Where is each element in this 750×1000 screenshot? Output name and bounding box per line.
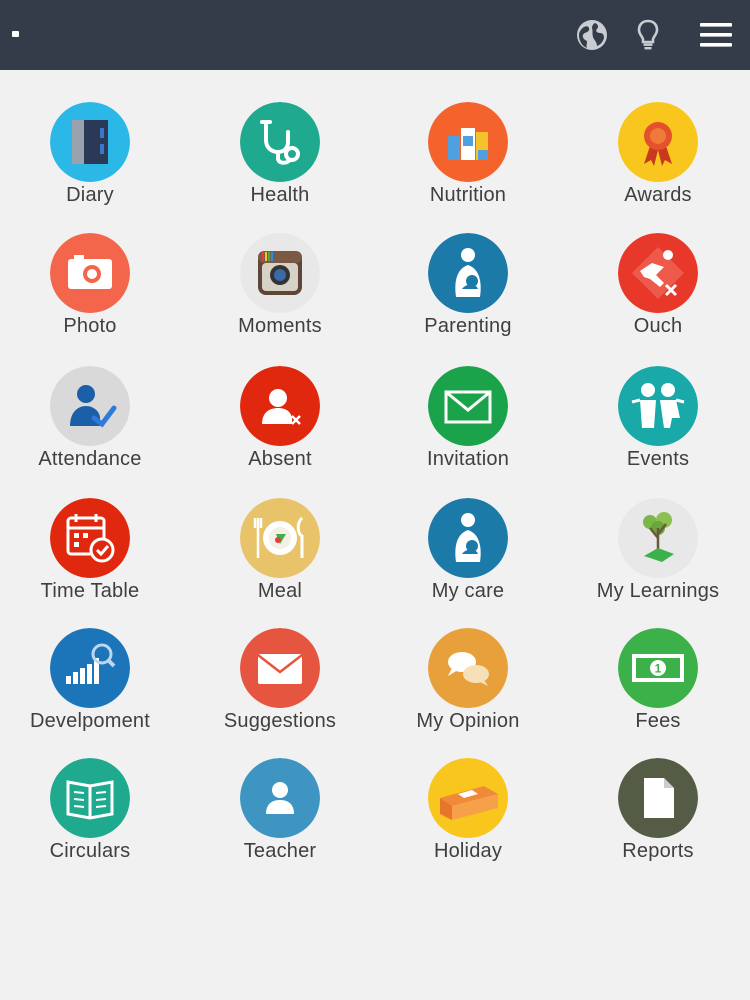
- envelope-icon: [428, 366, 508, 446]
- tile-label: Teacher: [243, 840, 317, 862]
- tile-label: Diary: [66, 184, 114, 206]
- diary-icon: [50, 102, 130, 182]
- meal-tile[interactable]: Meal: [190, 498, 370, 630]
- tile-label: Health: [250, 184, 310, 206]
- develpoment-tile[interactable]: Develpoment: [0, 628, 180, 760]
- my-opinion-tile[interactable]: My Opinion: [378, 628, 558, 760]
- photo-tile[interactable]: Photo: [0, 233, 180, 365]
- reports-tile[interactable]: Reports: [568, 758, 748, 890]
- invitation-tile[interactable]: Invitation: [378, 366, 558, 498]
- back-icon[interactable]: [12, 31, 19, 37]
- nutrition-icon: [428, 102, 508, 182]
- tile-label: Events: [626, 448, 690, 470]
- tile-label: Parenting: [424, 315, 512, 337]
- bed-icon: [428, 758, 508, 838]
- tree-icon: [618, 498, 698, 578]
- care-icon: [428, 498, 508, 578]
- diary-tile[interactable]: Diary: [0, 102, 180, 234]
- ouch-tile[interactable]: Ouch: [568, 233, 748, 365]
- moments-tile[interactable]: Moments: [190, 233, 370, 365]
- tile-label: Invitation: [426, 448, 510, 470]
- svg-text:1: 1: [655, 662, 662, 676]
- teacher-icon: [240, 758, 320, 838]
- tile-label: Attendance: [38, 448, 142, 470]
- tile-label: Fees: [635, 710, 681, 732]
- holiday-tile[interactable]: Holiday: [378, 758, 558, 890]
- tile-label: My Opinion: [416, 710, 520, 732]
- parenting-tile[interactable]: Parenting: [378, 233, 558, 365]
- tile-label: Suggestions: [223, 710, 337, 732]
- book-icon: [50, 758, 130, 838]
- chart-icon: [50, 628, 130, 708]
- tile-label: Absent: [248, 448, 312, 470]
- nutrition-tile[interactable]: Nutrition: [378, 102, 558, 234]
- tile-label: Moments: [238, 315, 322, 337]
- menu-icon[interactable]: [698, 20, 734, 50]
- tile-label: Reports: [622, 840, 694, 862]
- tile-label: Nutrition: [429, 184, 507, 206]
- my-learnings-tile[interactable]: My Learnings: [568, 498, 748, 630]
- awards-tile[interactable]: Awards: [568, 102, 748, 234]
- feature-grid: Diary Health Nutrition Awards Photo Mome…: [0, 70, 750, 1000]
- attendance-icon: [50, 366, 130, 446]
- stethoscope-icon: [240, 102, 320, 182]
- fees-tile[interactable]: 1 Fees: [568, 628, 748, 760]
- tile-label: Meal: [257, 580, 303, 602]
- teacher-tile[interactable]: Teacher: [190, 758, 370, 890]
- money-icon: 1: [618, 628, 698, 708]
- chat-icon: [428, 628, 508, 708]
- calendar-icon: [50, 498, 130, 578]
- attendance-tile[interactable]: Attendance: [0, 366, 180, 498]
- tile-label: My Learnings: [596, 580, 720, 602]
- tile-label: Awards: [624, 184, 692, 206]
- tile-label: Develpoment: [29, 710, 151, 732]
- tile-label: Ouch: [633, 315, 683, 337]
- top-bar: [0, 0, 750, 70]
- health-tile[interactable]: Health: [190, 102, 370, 234]
- instagram-icon: [240, 233, 320, 313]
- tile-label: Time Table: [40, 580, 140, 602]
- circulars-tile[interactable]: Circulars: [0, 758, 180, 890]
- mail-icon: [240, 628, 320, 708]
- suggestions-tile[interactable]: Suggestions: [190, 628, 370, 760]
- ouch-icon: [618, 233, 698, 313]
- my-care-tile[interactable]: My care: [378, 498, 558, 630]
- camera-icon: [50, 233, 130, 313]
- tile-label: Photo: [63, 315, 117, 337]
- globe-icon[interactable]: [575, 18, 609, 52]
- kids-icon: [618, 366, 698, 446]
- tile-label: Holiday: [433, 840, 503, 862]
- time-table-tile[interactable]: Time Table: [0, 498, 180, 630]
- bulb-icon[interactable]: [631, 18, 665, 52]
- absent-tile[interactable]: Absent: [190, 366, 370, 498]
- meal-icon: [240, 498, 320, 578]
- award-icon: [618, 102, 698, 182]
- tile-label: Circulars: [49, 840, 131, 862]
- parenting-icon: [428, 233, 508, 313]
- absent-icon: [240, 366, 320, 446]
- tile-label: My care: [431, 580, 505, 602]
- document-icon: [618, 758, 698, 838]
- events-tile[interactable]: Events: [568, 366, 748, 498]
